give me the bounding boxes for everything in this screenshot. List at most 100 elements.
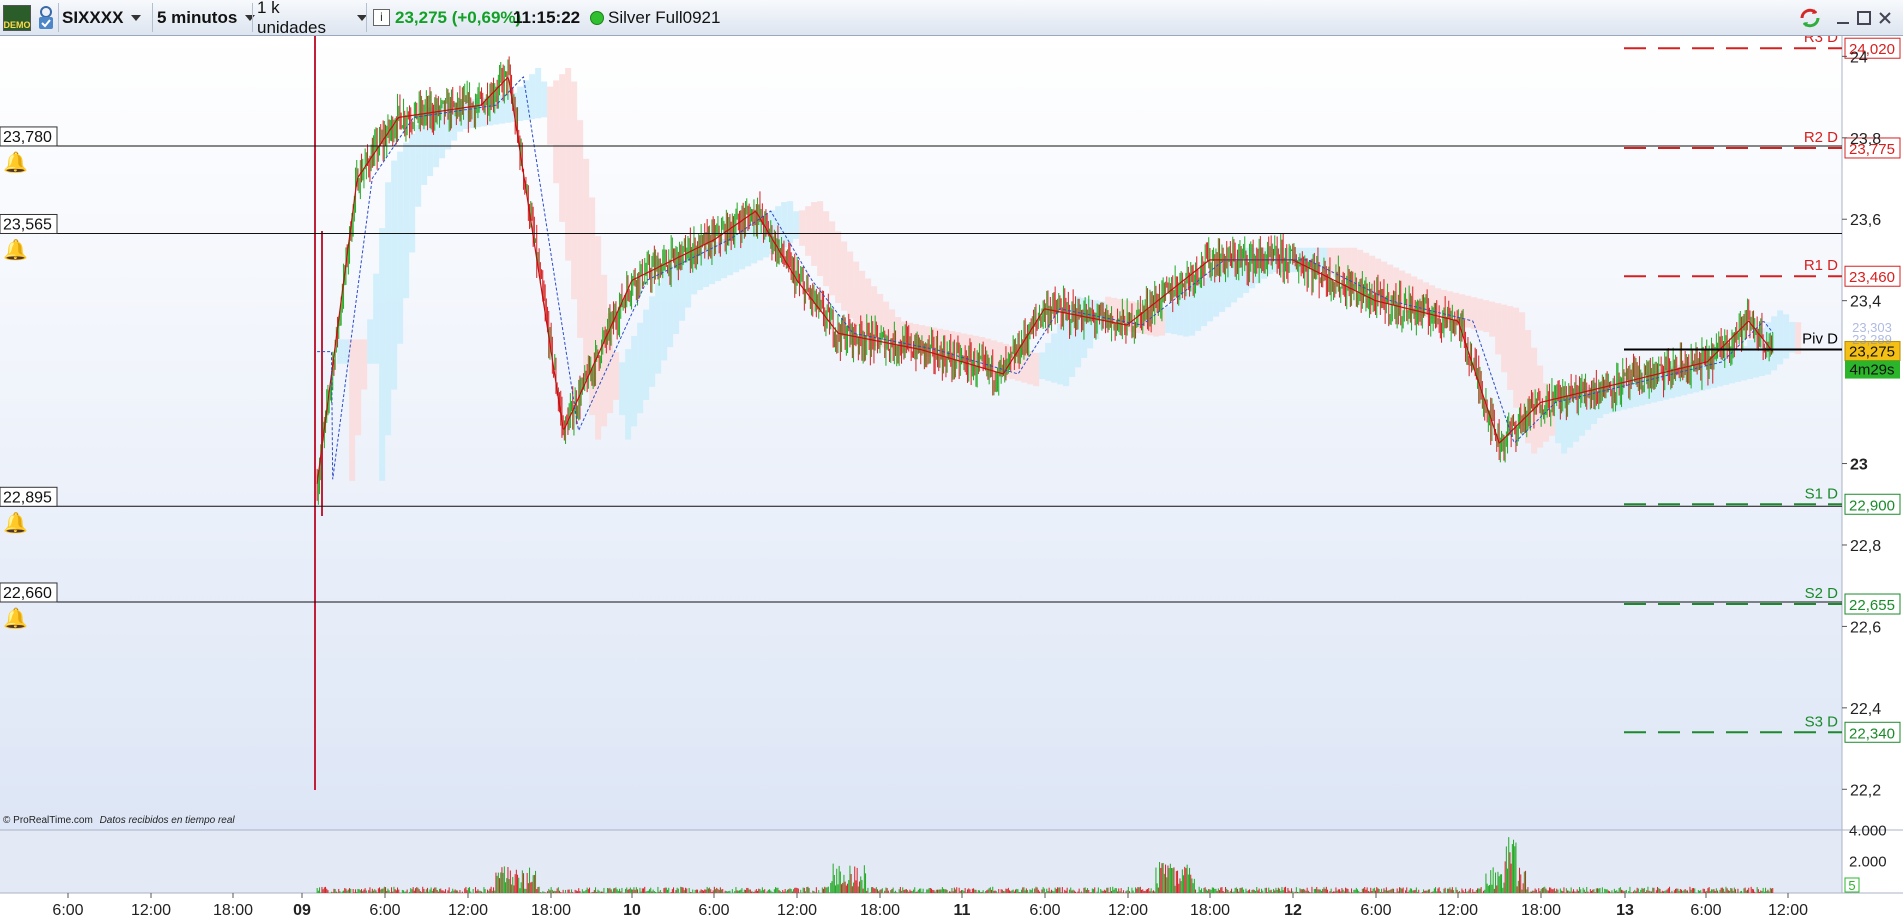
cloud-segment xyxy=(547,86,554,145)
sync-icon[interactable] xyxy=(1798,3,1822,32)
timeframe-selector[interactable]: 5 minutos xyxy=(157,3,257,32)
cloud-segment xyxy=(655,283,662,374)
pivot-value: 22,900 xyxy=(1849,497,1895,514)
units-selector[interactable]: 1 k unidades xyxy=(257,0,367,37)
cloud-segment xyxy=(583,158,590,377)
pivot-name: S3 D xyxy=(1805,713,1839,730)
cloud-segment xyxy=(409,133,416,253)
bell-icon: 🔔 xyxy=(3,607,28,630)
cloud-segment xyxy=(379,228,386,481)
alert-label: 22,660 xyxy=(3,585,52,602)
chevron-down-icon xyxy=(245,14,256,21)
cloud-segment xyxy=(1027,351,1034,385)
cloud-segment xyxy=(385,182,392,436)
time-label: 10 xyxy=(623,902,641,919)
bell-icon: 🔔 xyxy=(3,511,28,534)
cloud-segment xyxy=(787,201,794,244)
cloud-segment xyxy=(799,210,806,246)
cloud-segment xyxy=(823,211,830,287)
cloud-segment xyxy=(805,206,812,256)
time-label: 18:00 xyxy=(531,902,571,919)
price-chart[interactable]: 23,780🔔23,565🔔22,895🔔22,660🔔 R3 D24,020R… xyxy=(0,36,1903,923)
cloud-segment xyxy=(829,221,836,296)
maximize-icon[interactable] xyxy=(1856,3,1872,32)
cloud-segment xyxy=(1741,345,1748,381)
chart-area[interactable]: 23,780 🔔 23,565 🔔 22,895 🔔 22,660 🔔 R3 D 24,020 R… xyxy=(0,36,1903,923)
time-label: 12:00 xyxy=(1438,902,1478,919)
time-label: 12:00 xyxy=(448,902,488,919)
pivot-name: R2 D xyxy=(1804,129,1838,146)
cloud-segment xyxy=(1513,307,1520,408)
lock-icon[interactable] xyxy=(36,3,56,32)
cloud-segment xyxy=(361,339,368,390)
cloud-segment xyxy=(1771,316,1778,371)
pivot-name: Piv D xyxy=(1802,331,1838,348)
price-tick-label: 22,6 xyxy=(1850,619,1881,636)
cloud-segment xyxy=(1465,295,1472,328)
symbol-selector[interactable]: SIXXXX xyxy=(62,3,148,32)
cloud-segment xyxy=(349,339,356,481)
cloud-segment xyxy=(847,251,854,319)
cloud-segment xyxy=(1789,322,1796,353)
cloud-segment xyxy=(415,124,422,207)
cloud-segment xyxy=(565,67,572,261)
watermark-brand: © ProRealTime.com xyxy=(3,815,93,826)
cloud-segment xyxy=(835,231,842,303)
cloud-segment xyxy=(1489,301,1496,337)
cloud-segment xyxy=(649,296,656,387)
time-label: 18:00 xyxy=(213,902,253,919)
cloud-segment xyxy=(1165,306,1172,333)
cloud-segment xyxy=(817,201,824,276)
pivot-value: 22,655 xyxy=(1849,597,1895,614)
close-icon[interactable] xyxy=(1877,3,1893,32)
status-dot-icon xyxy=(590,3,606,32)
time-label: 18:00 xyxy=(1521,902,1561,919)
cloud-segment xyxy=(403,142,410,299)
cloud-segment xyxy=(853,261,860,327)
cloud-segment xyxy=(367,319,374,364)
cloud-segment xyxy=(1207,273,1214,322)
chevron-down-icon xyxy=(131,14,142,21)
cloud-segment xyxy=(1507,306,1514,390)
cloud-segment xyxy=(1183,292,1190,337)
cloud-segment xyxy=(1735,350,1742,382)
demo-badge: DEMO xyxy=(3,4,31,31)
hidden-price-label: 23,289 xyxy=(1852,332,1892,347)
time-label: 18:00 xyxy=(1190,902,1230,919)
cloud-segment xyxy=(1057,324,1064,385)
cloud-segment xyxy=(1195,282,1202,331)
bell-icon: 🔔 xyxy=(3,238,28,261)
volume-tick-label: 4.000 xyxy=(1849,822,1887,839)
info-icon[interactable]: i xyxy=(373,3,391,32)
price-tick-label: 22,8 xyxy=(1850,538,1881,555)
volume-tick-label: 2.000 xyxy=(1849,854,1887,871)
cloud-segment xyxy=(1747,340,1754,379)
cloud-segment xyxy=(1171,301,1178,335)
price-tick-label: 22,4 xyxy=(1850,701,1881,718)
cloud-segment xyxy=(529,74,536,120)
cloud-segment xyxy=(553,80,560,184)
cloud-segment xyxy=(631,335,638,427)
watermark-note: Datos recibidos en tiempo real xyxy=(99,815,235,826)
price-tick-label: 23,8 xyxy=(1850,131,1881,148)
time-label: 12:00 xyxy=(777,902,817,919)
time-label: 12:00 xyxy=(1768,902,1808,919)
time-label: 12 xyxy=(1284,902,1302,919)
cloud-segment xyxy=(1051,333,1058,383)
cloud-segment xyxy=(373,273,380,364)
cloud-segment xyxy=(1783,314,1790,359)
symbol-label: SIXXXX xyxy=(62,7,124,27)
minimize-icon[interactable] xyxy=(1835,3,1851,32)
countdown-label: 4m29s xyxy=(1849,362,1894,379)
cloud-segment xyxy=(1471,297,1478,330)
time-label: 6:00 xyxy=(52,902,83,919)
time-label: 6:00 xyxy=(1360,902,1391,919)
cloud-segment xyxy=(1723,353,1730,385)
price-tick-label: 22,2 xyxy=(1850,782,1881,799)
time-label: 6:00 xyxy=(369,902,400,919)
price-tick-label: 23,4 xyxy=(1850,294,1881,311)
time-label: 6:00 xyxy=(698,902,729,919)
pivot-name: S2 D xyxy=(1805,585,1839,602)
cloud-segment xyxy=(1045,342,1052,381)
timeframe-label: 5 minutos xyxy=(157,7,238,27)
